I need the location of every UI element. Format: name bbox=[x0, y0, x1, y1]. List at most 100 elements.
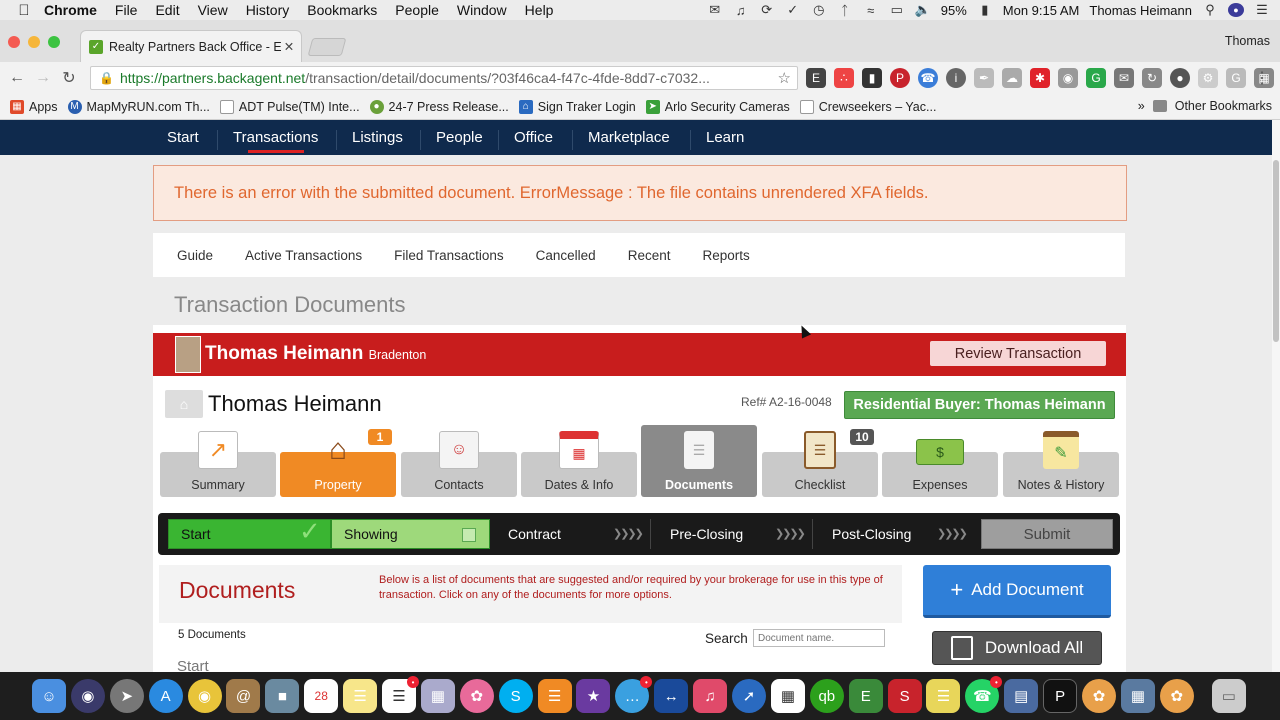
nav-learn[interactable]: Learn bbox=[706, 120, 744, 155]
profile-name[interactable]: Thomas bbox=[1225, 34, 1270, 48]
bookmark-extension-icon[interactable]: ▮ bbox=[862, 68, 882, 88]
safari-icon[interactable]: ➚ bbox=[732, 679, 767, 713]
preview-image-icon[interactable]: ▦ bbox=[1120, 679, 1155, 713]
reload-icon[interactable]: ↻ bbox=[56, 68, 82, 88]
subnav-active-transactions[interactable]: Active Transactions bbox=[245, 248, 362, 263]
menu-edit[interactable]: Edit bbox=[155, 2, 179, 18]
feather-extension-icon[interactable]: ✒ bbox=[974, 68, 994, 88]
red-star-extension-icon[interactable]: ✱ bbox=[1030, 68, 1050, 88]
zoom-window-button[interactable] bbox=[48, 36, 60, 48]
calculator-icon[interactable]: ▦ bbox=[770, 679, 805, 713]
flower-app-icon[interactable]: ✿ bbox=[1082, 679, 1117, 713]
tile-checklist[interactable]: ☰ 10 Checklist bbox=[762, 425, 878, 505]
subnav-guide[interactable]: Guide bbox=[177, 248, 213, 263]
teamviewer-icon[interactable]: ↔ bbox=[654, 679, 689, 713]
bluetooth-icon[interactable]: ᛏ bbox=[837, 3, 853, 18]
asana-extension-icon[interactable]: ∴ bbox=[834, 68, 854, 88]
mail-extension-icon[interactable]: ✉ bbox=[1114, 68, 1134, 88]
nav-marketplace[interactable]: Marketplace bbox=[588, 120, 670, 155]
bookmark-apps[interactable]: ▦ Apps bbox=[10, 99, 58, 114]
nav-start[interactable]: Start bbox=[167, 120, 199, 155]
menu-history[interactable]: History bbox=[246, 2, 290, 18]
stage-showing[interactable]: Showing bbox=[331, 519, 490, 549]
wifi-icon[interactable]: ≈ bbox=[863, 3, 879, 18]
disk-utility-icon[interactable]: ▤ bbox=[1004, 679, 1039, 713]
contacts-icon[interactable]: @ bbox=[226, 679, 261, 713]
bookmark-adt[interactable]: ADT Pulse(TM) Inte... bbox=[219, 99, 360, 114]
messages-icon[interactable]: … • bbox=[615, 676, 653, 713]
gear-extension-icon[interactable]: ⚙ bbox=[1198, 68, 1218, 88]
spotlight-search-icon[interactable]: ⚲ bbox=[1202, 2, 1218, 17]
bookmark-star-icon[interactable]: ☆ bbox=[778, 69, 791, 87]
menu-app-name[interactable]: Chrome bbox=[44, 2, 97, 18]
whatsapp-icon[interactable]: ☎ • bbox=[965, 676, 1003, 713]
record-extension-icon[interactable]: ● bbox=[1170, 68, 1190, 88]
battery-icon[interactable]: ▮ bbox=[977, 2, 993, 17]
page-scrollbar[interactable] bbox=[1272, 120, 1280, 672]
stage-post-closing[interactable]: Post-Closing bbox=[820, 519, 911, 549]
submit-stage-button[interactable]: Submit bbox=[981, 519, 1113, 549]
subnav-cancelled[interactable]: Cancelled bbox=[536, 248, 596, 263]
address-bar[interactable]: 🔒 https://partners.backagent.net /transa… bbox=[90, 66, 798, 90]
launchpad-icon[interactable]: ➤ bbox=[109, 679, 144, 713]
bookmark-arlo[interactable]: ➤ Arlo Security Cameras bbox=[645, 99, 790, 114]
minimize-window-button[interactable] bbox=[28, 36, 40, 48]
evernote-icon[interactable]: E bbox=[848, 679, 883, 713]
notes-icon[interactable]: ☰ bbox=[343, 679, 378, 713]
apple-icon[interactable]:  bbox=[16, 2, 32, 19]
menu-file[interactable]: File bbox=[115, 2, 138, 18]
bookmark-sign-traker[interactable]: ⌂ Sign Traker Login bbox=[518, 99, 636, 114]
terminal-p-icon[interactable]: P bbox=[1043, 679, 1078, 713]
menu-view[interactable]: View bbox=[198, 2, 228, 18]
siri-icon[interactable]: ◉ bbox=[70, 679, 105, 713]
chrome-icon[interactable]: ◉ bbox=[187, 679, 222, 713]
quickbooks-icon[interactable]: qb bbox=[809, 679, 844, 713]
volume-icon[interactable]: 🔈 bbox=[915, 2, 931, 17]
notification-center-icon[interactable]: ☰ bbox=[1254, 2, 1270, 17]
stage-pre-closing[interactable]: Pre-Closing bbox=[658, 519, 743, 549]
transaction-type-badge[interactable]: Residential Buyer: Thomas Heimann bbox=[844, 391, 1115, 419]
add-document-button[interactable]: + Add Document bbox=[923, 565, 1111, 618]
headphones-icon[interactable]: ♫ bbox=[733, 3, 749, 18]
itunes-icon[interactable]: ♫ bbox=[693, 679, 728, 713]
tile-dates-info[interactable]: ▦ Dates & Info bbox=[521, 425, 637, 505]
back-arrow-icon[interactable]: ← bbox=[4, 69, 30, 87]
tile-documents[interactable]: ☰ Documents bbox=[641, 425, 757, 505]
nav-office[interactable]: Office bbox=[514, 120, 553, 155]
skype-icon[interactable]: S bbox=[498, 679, 533, 713]
subnav-filed-transactions[interactable]: Filed Transactions bbox=[394, 248, 504, 263]
chrome-menu-icon[interactable]: ⋮ bbox=[1254, 68, 1270, 88]
flower-app-icon-2[interactable]: ✿ bbox=[1159, 679, 1194, 713]
app-store-icon[interactable]: A bbox=[148, 679, 183, 713]
tile-summary[interactable]: ↗ Summary bbox=[160, 425, 276, 505]
browser-tab[interactable]: ✓ Realty Partners Back Office - E ✕ bbox=[80, 30, 302, 62]
pinterest-extension-icon[interactable]: P bbox=[890, 68, 910, 88]
info-extension-icon[interactable]: i bbox=[946, 68, 966, 88]
message-icon[interactable]: ✉ bbox=[707, 2, 723, 17]
g-extension-icon[interactable]: G bbox=[1226, 68, 1246, 88]
document-search-input[interactable] bbox=[753, 629, 885, 647]
stage-start[interactable]: Start ✓ bbox=[168, 516, 331, 549]
nav-listings[interactable]: Listings bbox=[352, 120, 403, 155]
s-app-icon[interactable]: S bbox=[887, 679, 922, 713]
time-machine-icon[interactable]: ◷ bbox=[811, 2, 827, 17]
tile-expenses[interactable]: $ Expenses bbox=[882, 425, 998, 505]
photos-icon[interactable]: ✿ bbox=[459, 679, 494, 713]
tile-property[interactable]: ⌂ 1 Property bbox=[280, 425, 396, 505]
camera-extension-icon[interactable]: ◉ bbox=[1058, 68, 1078, 88]
imovie-icon[interactable]: ★ bbox=[576, 679, 611, 713]
ibooks-icon[interactable]: ☰ bbox=[537, 679, 572, 713]
green-extension-icon[interactable]: G bbox=[1086, 68, 1106, 88]
reminders-icon[interactable]: ☰ • bbox=[382, 676, 420, 713]
review-transaction-button[interactable]: Review Transaction bbox=[930, 341, 1106, 366]
close-window-button[interactable] bbox=[8, 36, 20, 48]
bookmark-press-release[interactable]: ● 24-7 Press Release... bbox=[369, 99, 509, 114]
cloud-extension-icon[interactable]: ☁ bbox=[1002, 68, 1022, 88]
forward-arrow-icon[interactable]: → bbox=[30, 69, 56, 87]
siri-icon[interactable]: ● bbox=[1228, 3, 1244, 17]
calendar-icon[interactable]: 28 bbox=[304, 679, 339, 713]
check-circle-icon[interactable]: ✓ bbox=[785, 2, 801, 17]
trash-icon[interactable]: ▭ bbox=[1211, 679, 1246, 713]
preview-icon[interactable]: ▦ bbox=[420, 679, 455, 713]
tile-notes-history[interactable]: ✎ Notes & History bbox=[1003, 425, 1119, 505]
